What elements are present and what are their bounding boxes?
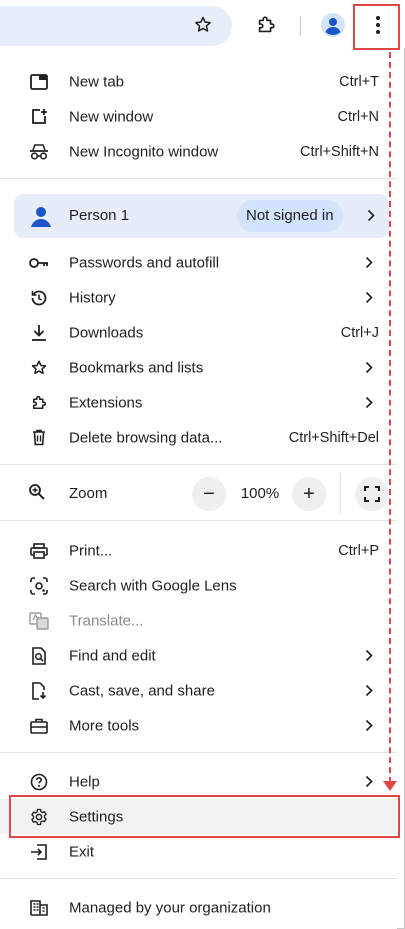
menu-item-label: Downloads [69, 324, 144, 341]
find-page-icon [28, 645, 50, 667]
menu-item-label: Print... [69, 542, 113, 559]
trash-icon [28, 427, 50, 449]
person-icon [31, 207, 51, 227]
zoom-in-button[interactable]: + [292, 477, 326, 511]
menu-item-passwords[interactable]: Passwords and autofill [0, 245, 397, 280]
menu-item-label: History [69, 289, 116, 306]
highlight-menu-button [353, 4, 400, 50]
new-window-icon [28, 106, 50, 128]
chevron-right-icon [363, 649, 375, 663]
menu-item-cast-save-share[interactable]: Cast, save, and share [0, 673, 397, 708]
zoom-icon [28, 483, 46, 506]
toolbox-icon [28, 715, 50, 737]
menu-item-label: New Incognito window [69, 143, 219, 160]
new-tab-icon [28, 71, 50, 93]
menu-item-label: Delete browsing data... [69, 429, 223, 446]
menu-item-label: Exit [69, 843, 95, 860]
chevron-right-icon [363, 291, 375, 305]
menu-divider [0, 520, 397, 521]
annotation-arrow-line [389, 52, 391, 783]
toolbar-separator [300, 16, 301, 36]
history-icon [28, 287, 50, 309]
menu-item-more-tools[interactable]: More tools [0, 708, 397, 743]
menu-item-new-window[interactable]: New window Ctrl+N [0, 99, 397, 134]
chevron-right-icon [363, 719, 375, 733]
shortcut-label: Ctrl+N [337, 108, 380, 125]
shortcut-label: Ctrl+J [340, 324, 379, 341]
menu-item-print[interactable]: Print... Ctrl+P [0, 533, 397, 568]
profile-avatar-icon[interactable] [318, 10, 348, 40]
chevron-right-icon [363, 361, 375, 375]
menu-divider [0, 878, 397, 879]
menu-item-delete-data[interactable]: Delete browsing data... Ctrl+Shift+Del [0, 420, 397, 455]
menu-divider [0, 178, 397, 179]
extensions-icon [28, 392, 50, 414]
exit-icon [28, 841, 50, 863]
menu-item-label: New tab [69, 73, 125, 90]
menu-item-label: New window [69, 108, 154, 125]
printer-icon [28, 540, 50, 562]
menu-item-extensions[interactable]: Extensions [0, 385, 397, 420]
shortcut-label: Ctrl+Shift+Del [288, 429, 379, 446]
zoom-level: 100% [240, 485, 280, 502]
menu-item-label: Translate... [69, 612, 144, 629]
fullscreen-icon[interactable] [355, 477, 389, 511]
chevron-right-icon [367, 209, 375, 227]
menu-item-bookmarks[interactable]: Bookmarks and lists [0, 350, 397, 385]
menu-item-new-tab[interactable]: New tab Ctrl+T [0, 64, 397, 99]
incognito-icon [28, 141, 50, 163]
menu-item-label: More tools [69, 717, 140, 734]
profile-row[interactable]: Person 1 Not signed in [14, 194, 389, 238]
menu-item-label: Search with Google Lens [69, 577, 237, 594]
menu-item-translate: Translate... [0, 603, 397, 638]
shortcut-label: Ctrl+Shift+N [300, 143, 379, 160]
building-icon [28, 897, 50, 919]
shortcut-label: Ctrl+T [339, 73, 379, 90]
menu-item-label: Managed by your organization [69, 899, 271, 916]
menu-item-label: Extensions [69, 394, 143, 411]
managed-by-org-row[interactable]: Managed by your organization [0, 890, 397, 925]
extensions-icon[interactable] [251, 10, 281, 40]
zoom-row: Zoom − 100% + [0, 468, 397, 520]
key-icon [28, 252, 50, 274]
menu-item-google-lens[interactable]: Search with Google Lens [0, 568, 397, 603]
menu-item-label: Help [69, 773, 100, 790]
zoom-label: Zoom [69, 485, 108, 502]
menu-item-label: Find and edit [69, 647, 156, 664]
translate-icon [28, 610, 50, 632]
browser-toolbar [0, 0, 405, 48]
menu-divider [0, 752, 397, 753]
menu-item-find-edit[interactable]: Find and edit [0, 638, 397, 673]
help-icon [28, 771, 50, 793]
star-icon [28, 357, 50, 379]
menu-item-incognito[interactable]: New Incognito window Ctrl+Shift+N [0, 134, 397, 169]
menu-divider [0, 464, 397, 465]
chevron-right-icon [363, 396, 375, 410]
menu-item-help[interactable]: Help [0, 764, 397, 799]
sign-in-status-badge[interactable]: Not signed in [237, 200, 343, 232]
zoom-out-button[interactable]: − [192, 477, 226, 511]
menu-item-downloads[interactable]: Downloads Ctrl+J [0, 315, 397, 350]
cast-save-icon [28, 680, 50, 702]
menu-item-history[interactable]: History [0, 280, 397, 315]
menu-item-exit[interactable]: Exit [0, 834, 397, 869]
profile-name: Person 1 [69, 207, 130, 224]
menu-item-label: Passwords and autofill [69, 254, 220, 271]
menu-item-label: Cast, save, and share [69, 682, 215, 699]
bookmark-star-icon[interactable] [188, 10, 218, 40]
menu-item-label: Bookmarks and lists [69, 359, 204, 376]
shortcut-label: Ctrl+P [338, 542, 379, 559]
chevron-right-icon [363, 684, 375, 698]
highlight-settings-item [9, 795, 400, 838]
chevron-right-icon [363, 256, 375, 270]
annotation-arrow-head [383, 781, 397, 791]
chevron-right-icon [363, 775, 375, 789]
zoom-separator [340, 474, 341, 514]
google-lens-icon [28, 575, 50, 597]
download-icon [28, 322, 50, 344]
